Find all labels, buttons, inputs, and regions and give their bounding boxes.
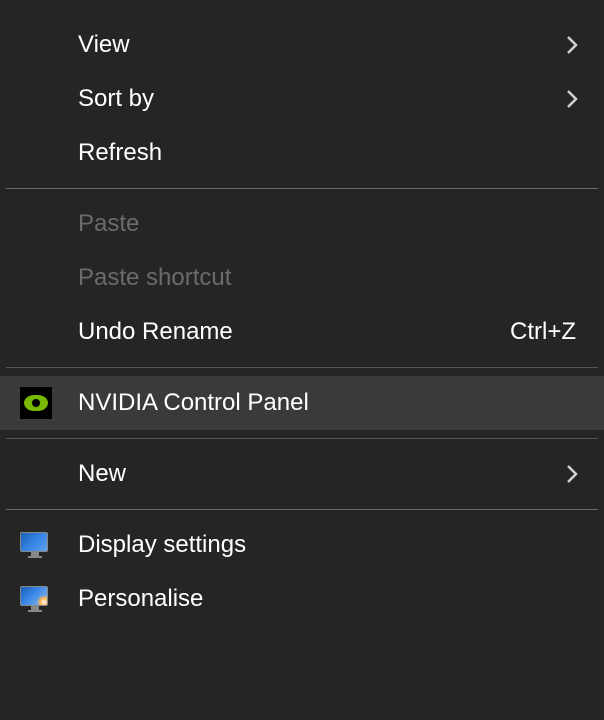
menu-item-paste: Paste bbox=[0, 197, 604, 251]
menu-separator bbox=[6, 367, 598, 368]
menu-item-view[interactable]: View bbox=[0, 18, 604, 72]
chevron-right-icon bbox=[562, 463, 582, 485]
menu-item-new[interactable]: New bbox=[0, 447, 604, 501]
menu-separator bbox=[6, 188, 598, 189]
menu-separator bbox=[6, 438, 598, 439]
menu-item-sort-by[interactable]: Sort by bbox=[0, 72, 604, 126]
menu-label: Undo Rename bbox=[78, 318, 510, 346]
desktop-context-menu: View Sort by Refresh Paste Paste shortcu… bbox=[0, 0, 604, 720]
keyboard-shortcut: Ctrl+Z bbox=[510, 318, 582, 346]
menu-item-display-settings[interactable]: Display settings bbox=[0, 518, 604, 572]
menu-label: NVIDIA Control Panel bbox=[78, 389, 582, 417]
menu-item-nvidia-control-panel[interactable]: NVIDIA Control Panel bbox=[0, 376, 604, 430]
personalise-icon bbox=[20, 586, 50, 612]
monitor-icon bbox=[20, 532, 50, 558]
chevron-right-icon bbox=[562, 34, 582, 56]
menu-label: Personalise bbox=[78, 585, 582, 613]
menu-label: Refresh bbox=[78, 139, 582, 167]
menu-item-personalise[interactable]: Personalise bbox=[0, 572, 604, 626]
menu-label: New bbox=[78, 460, 562, 488]
icon-slot bbox=[22, 586, 78, 612]
chevron-right-icon bbox=[562, 88, 582, 110]
nvidia-icon bbox=[20, 387, 52, 419]
menu-item-paste-shortcut: Paste shortcut bbox=[0, 251, 604, 305]
menu-item-refresh[interactable]: Refresh bbox=[0, 126, 604, 180]
menu-label: View bbox=[78, 31, 562, 59]
menu-separator bbox=[6, 509, 598, 510]
menu-label: Paste bbox=[78, 210, 582, 238]
menu-label: Sort by bbox=[78, 85, 562, 113]
icon-slot bbox=[22, 387, 78, 419]
icon-slot bbox=[22, 532, 78, 558]
menu-label: Paste shortcut bbox=[78, 264, 582, 292]
menu-item-undo-rename[interactable]: Undo Rename Ctrl+Z bbox=[0, 305, 604, 359]
menu-label: Display settings bbox=[78, 531, 582, 559]
